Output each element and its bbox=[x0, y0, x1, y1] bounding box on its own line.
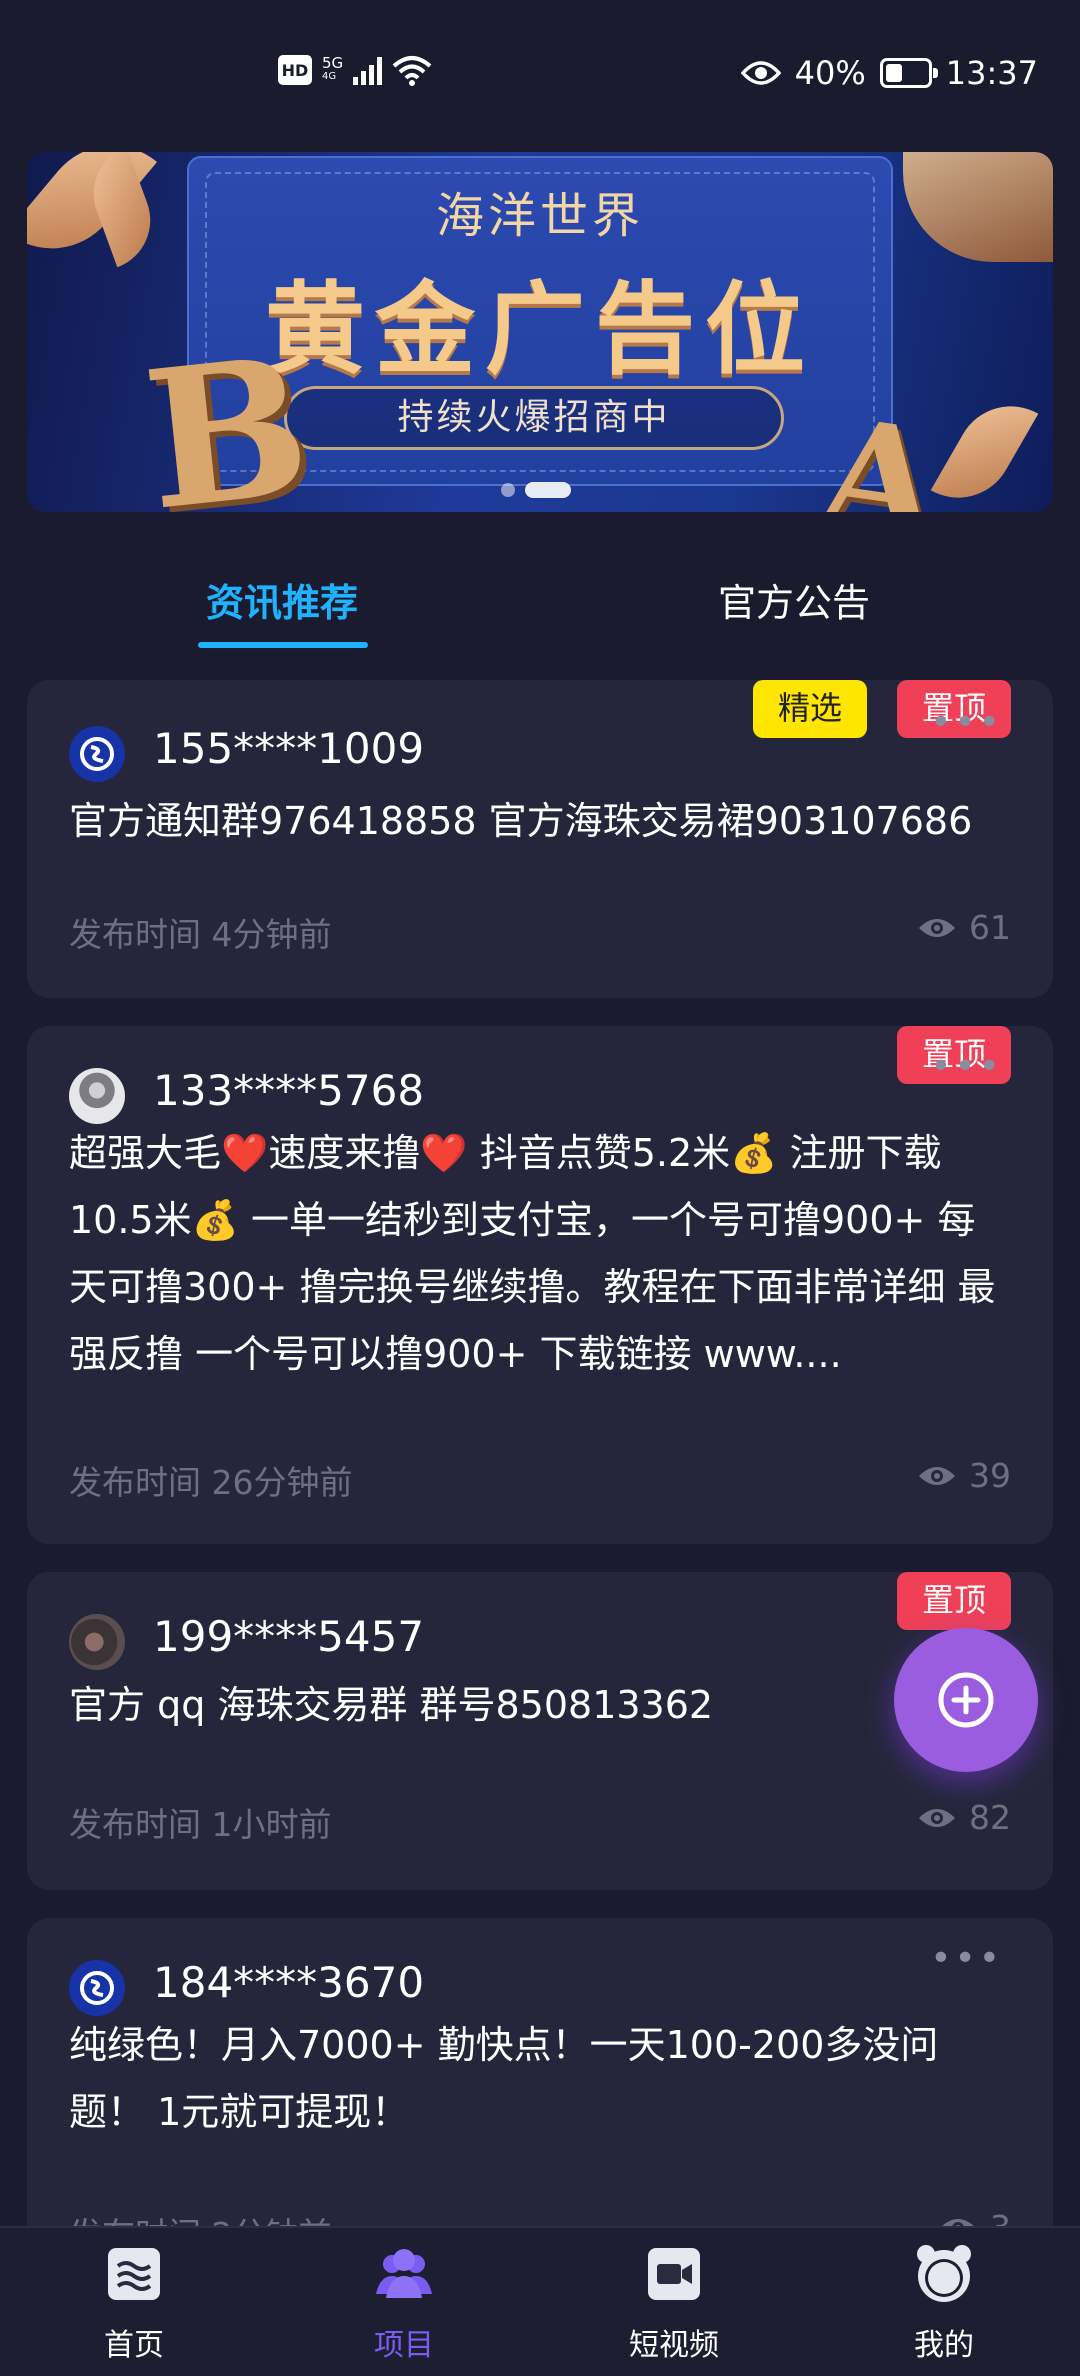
status-right: 40% 13:37 bbox=[740, 54, 1038, 92]
post-content: 官方通知群976418858 官方海珠交易裙903107686 bbox=[69, 799, 973, 843]
banner-subtitle: 海洋世界 bbox=[435, 188, 644, 244]
nav-short-video[interactable]: 短视频 bbox=[584, 2242, 764, 2364]
profile-icon bbox=[917, 2245, 971, 2302]
clock: 13:37 bbox=[945, 54, 1038, 92]
letter-a-decoration: A bbox=[810, 384, 951, 512]
post-username: 184****3670 bbox=[153, 1958, 425, 2007]
app-logo-icon bbox=[80, 737, 114, 771]
battery-icon bbox=[879, 58, 938, 88]
ad-banner[interactable]: 海洋世界 黄金广告位 持续火爆招商中 B A bbox=[27, 152, 1053, 512]
status-left: HD 5G 4G bbox=[278, 54, 432, 86]
battery-fill bbox=[885, 64, 902, 82]
view-count: 61 bbox=[917, 908, 1011, 947]
letter-b-decoration: B bbox=[135, 314, 319, 512]
more-options-icon[interactable]: ••• bbox=[930, 1938, 1003, 1979]
wifi-icon bbox=[392, 56, 432, 86]
post-card[interactable]: 置顶 133****5768 ••• 超强大毛❤️速度来撸❤️ 抖音点赞5.2米… bbox=[27, 1026, 1053, 1544]
featured-badge: 精选 bbox=[753, 680, 867, 738]
nav-short-video-label: 短视频 bbox=[629, 2328, 719, 2363]
more-options-icon[interactable]: ••• bbox=[930, 702, 1003, 743]
view-count-value: 39 bbox=[969, 1456, 1011, 1495]
carousel-indicator bbox=[501, 482, 571, 498]
status-bar: HD 5G 4G 40% 13:37 bbox=[0, 0, 1080, 150]
post-time: 发布时间 26分钟前 bbox=[69, 1463, 353, 1502]
tab-bar: 资讯推荐 官方公告 bbox=[0, 552, 1080, 652]
more-options-icon[interactable]: ••• bbox=[930, 1046, 1003, 1087]
post-content: 官方 qq 海珠交易群 群号850813362 bbox=[69, 1683, 714, 1727]
view-count-value: 61 bbox=[969, 908, 1011, 947]
view-eye-icon bbox=[919, 1466, 955, 1485]
signal-icon bbox=[353, 55, 383, 85]
view-count: 39 bbox=[917, 1456, 1011, 1495]
nav-profile-label: 我的 bbox=[914, 2328, 974, 2363]
pinned-badge: 置顶 bbox=[897, 1572, 1011, 1630]
nav-projects-label: 项目 bbox=[374, 2328, 434, 2363]
avatar[interactable] bbox=[69, 1960, 125, 2016]
post-content: 纯绿色！月入7000+ 勤快点！一天100-200多没问题！ 1元就可提现！ bbox=[69, 2023, 939, 2134]
post-username: 155****1009 bbox=[153, 724, 425, 773]
post-username: 133****5768 bbox=[153, 1066, 425, 1115]
view-eye-icon bbox=[919, 1808, 955, 1827]
battery-percent: 40% bbox=[794, 54, 866, 92]
avatar[interactable] bbox=[69, 726, 125, 782]
post-time: 发布时间 4分钟前 bbox=[69, 915, 332, 954]
home-icon bbox=[108, 2248, 160, 2300]
avatar[interactable] bbox=[69, 1068, 125, 1124]
post-content: 超强大毛❤️速度来撸❤️ 抖音点赞5.2米💰 注册下载10.5米💰 一单一结秒到… bbox=[69, 1131, 996, 1376]
network-5g: 5G bbox=[322, 54, 344, 72]
carousel-dot-active[interactable] bbox=[525, 482, 571, 498]
add-post-button[interactable] bbox=[894, 1628, 1038, 1772]
nav-home-label: 首页 bbox=[104, 2328, 164, 2363]
nav-home[interactable]: 首页 bbox=[44, 2242, 224, 2364]
post-username: 199****5457 bbox=[153, 1612, 425, 1661]
tab-underline bbox=[198, 642, 368, 648]
post-card[interactable]: 精选 置顶 155****1009 ••• 官方通知群976418858 官方海… bbox=[27, 680, 1053, 998]
nav-profile[interactable]: 我的 bbox=[854, 2242, 1034, 2364]
view-count: 82 bbox=[917, 1798, 1011, 1837]
bottom-nav: 首页 项目 短视频 我的 bbox=[0, 2226, 1080, 2376]
carousel-dot[interactable] bbox=[501, 483, 515, 497]
network-4g: 4G bbox=[322, 71, 337, 82]
post-card[interactable]: 置顶 199****5457 官方 qq 海珠交易群 群号850813362 发… bbox=[27, 1572, 1053, 1890]
view-count-value: 82 bbox=[969, 1798, 1011, 1837]
eye-icon bbox=[740, 61, 781, 85]
video-icon bbox=[648, 2248, 700, 2300]
users-icon bbox=[376, 2249, 432, 2298]
avatar[interactable] bbox=[69, 1614, 125, 1670]
post-card[interactable]: 184****3670 ••• 纯绿色！月入7000+ 勤快点！一天100-20… bbox=[27, 1918, 1053, 2258]
network-type: 5G 4G bbox=[322, 56, 343, 84]
tab-news-recommend[interactable]: 资讯推荐 bbox=[206, 572, 358, 627]
view-eye-icon bbox=[919, 918, 955, 937]
banner-pill: 持续火爆招商中 bbox=[284, 386, 784, 450]
nav-projects[interactable]: 项目 bbox=[314, 2242, 494, 2364]
plus-circle-icon bbox=[938, 1672, 994, 1728]
post-time: 发布时间 1小时前 bbox=[69, 1805, 332, 1844]
app-logo-icon bbox=[80, 1971, 114, 2005]
tab-official-notice[interactable]: 官方公告 bbox=[718, 572, 870, 627]
hd-icon: HD bbox=[278, 55, 312, 85]
